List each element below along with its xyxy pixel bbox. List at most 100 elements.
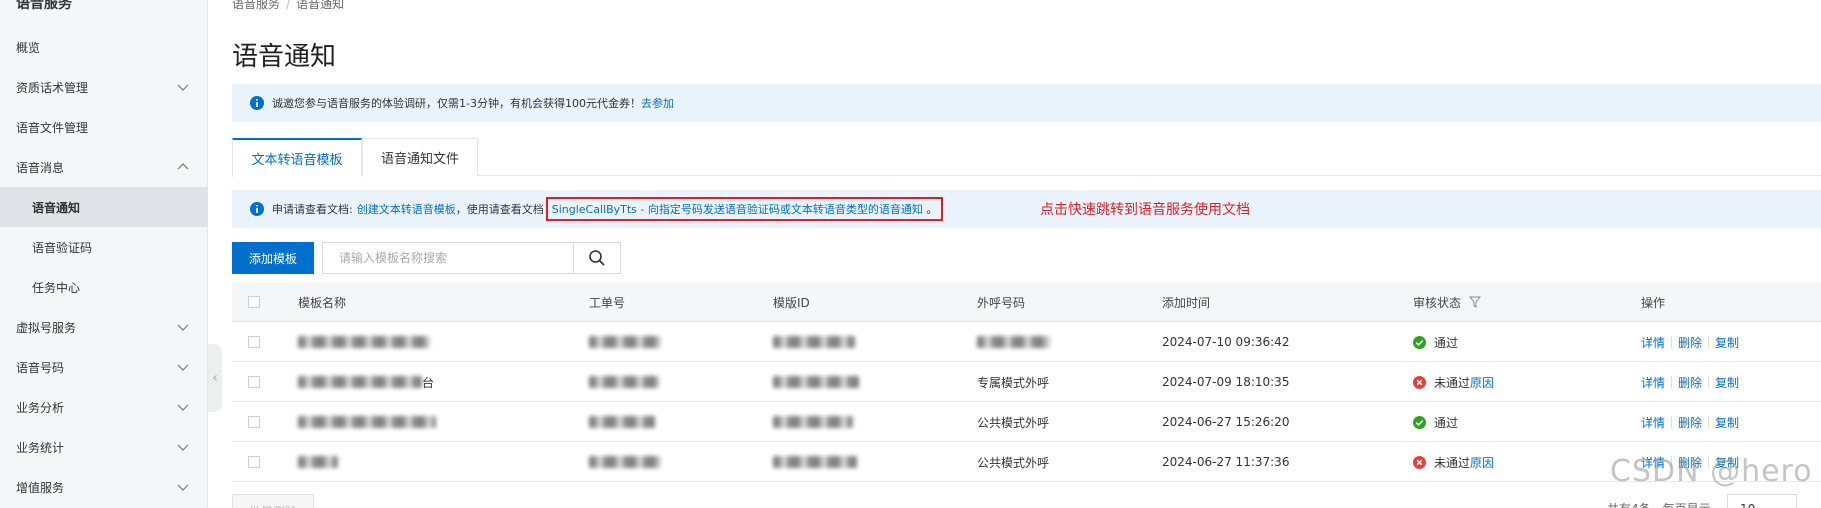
row-actions: 详情 删除 复制 [1641,362,1739,402]
sidebar-item-overview[interactable]: 概览 [0,27,208,67]
sidebar-item-virtual-number[interactable]: 虚拟号服务 [0,307,208,347]
caller-cell [977,322,1051,362]
template-name-cell: 台 [298,362,434,402]
add-template-button[interactable]: 添加模板 [232,242,314,274]
row-actions: 详情 删除 复制 [1641,402,1739,442]
template-id-cell [773,402,853,442]
delete-link[interactable]: 删除 [1678,414,1702,431]
detail-link[interactable]: 详情 [1641,414,1665,431]
doc-prefix: 申请请查看文档: [272,203,353,216]
column-header-name: 模板名称 [298,295,347,310]
chevron-down-icon [177,324,189,331]
chevron-left-icon: ‹ [212,370,218,386]
sidebar-item-value-added[interactable]: 增值服务 [0,467,208,507]
column-header-caller: 外呼号码 [977,295,1026,310]
search-button[interactable] [573,242,621,274]
table-row: 公共模式外呼 2024-06-27 15:26:20 通过 详情 删除 复制 [232,402,1821,442]
reason-link[interactable]: 原因 [1470,374,1494,391]
status-cell: 未通过 原因 [1413,362,1494,402]
select-all-checkbox[interactable] [248,296,260,308]
column-header-actions: 操作 [1641,295,1666,310]
action-divider [1708,416,1710,428]
chevron-up-icon [177,163,189,170]
sidebar-item-label: 业务分析 [16,400,65,415]
tab-voice-notice-file[interactable]: 语音通知文件 [362,138,478,176]
sidebar-item-business-analysis[interactable]: 业务分析 [0,387,208,427]
annotation-hint: 点击快速跳转到语音服务使用文档 [1040,202,1250,218]
redacted-text [589,456,661,468]
tab-bar: 文本转语音模板 语音通知文件 [232,138,1821,177]
action-divider [1671,376,1673,388]
order-number-cell [589,442,661,482]
reason-link[interactable]: 原因 [1470,454,1494,471]
sidebar-item-label: 语音验证码 [32,240,93,255]
status-text: 通过 [1434,335,1459,350]
sidebar-item-voice-files[interactable]: 语音文件管理 [0,107,208,147]
breadcrumb-current: 语音通知 [296,0,345,11]
time-cell: 2024-06-27 11:37:36 [1162,455,1290,469]
delete-link[interactable]: 删除 [1678,334,1702,351]
copy-link[interactable]: 复制 [1715,374,1739,391]
table-header: 模板名称 工单号 模版ID 外呼号码 添加时间 审核状态 操作 [232,282,1821,322]
action-divider [1671,336,1673,348]
redacted-text [589,376,659,388]
app-window: 语音服务 概览 资质话术管理 语音文件管理 语音消息 语音通知 语音验证码 任务… [0,0,1821,508]
time-cell: 2024-07-09 18:10:35 [1162,375,1290,389]
survey-text: 诚邀您参与语音服务的体验调研，仅需1-3分钟，有机会获得100元代金券！ [272,97,641,110]
status-cell: 未通过 原因 [1413,442,1494,482]
order-number-cell [589,322,661,362]
error-circle-icon [1413,375,1426,389]
copy-link[interactable]: 复制 [1715,334,1739,351]
filter-icon[interactable] [1469,296,1482,308]
sidebar-item-label: 语音号码 [16,360,65,375]
sidebar-title: 语音服务 [16,0,72,12]
chevron-down-icon [177,364,189,371]
sidebar-item-voice-notice[interactable]: 语音通知 [0,187,208,227]
survey-join-link[interactable]: 去参加 [641,95,674,111]
row-checkbox[interactable] [248,336,260,348]
sidebar-item-voice-message[interactable]: 语音消息 [0,147,208,187]
check-circle-icon [1413,335,1426,349]
row-checkbox[interactable] [248,416,260,428]
tab-tts-template[interactable]: 文本转语音模板 [232,138,362,177]
page-title: 语音通知 [232,42,337,72]
breadcrumb-separator: / [286,0,291,11]
redacted-text [298,336,430,348]
template-search-input[interactable] [322,242,574,274]
time-cell: 2024-07-10 09:36:42 [1162,335,1290,349]
info-icon [250,96,264,110]
caller-cell: 专属模式外呼 [977,375,1050,390]
sidebar-item-business-stats[interactable]: 业务统计 [0,427,208,467]
sidebar-item-label: 业务统计 [16,440,65,455]
table-row: 台 专属模式外呼 2024-07-09 18:10:35 未通过 原因 详情 删… [232,362,1821,402]
template-id-cell [773,322,855,362]
info-icon [250,202,264,216]
order-number-cell [589,362,659,402]
single-call-doc-link[interactable]: SingleCallByTts - 向指定号码发送语音验证码或文本转语音类型的语… [552,203,923,216]
redacted-text [773,336,855,348]
copy-link[interactable]: 复制 [1715,414,1739,431]
delete-link[interactable]: 删除 [1678,374,1702,391]
sidebar-collapse-handle[interactable]: ‹ [208,344,222,412]
page-size-value: 10 [1740,502,1755,508]
batch-delete-button[interactable]: 批量删除 [232,494,314,508]
create-template-doc-link[interactable]: 创建文本转语音模板 [357,201,456,217]
sidebar-item-label: 语音消息 [16,160,65,175]
breadcrumb-root[interactable]: 语音服务 [232,0,280,11]
doc-suffix: 。 [926,203,938,216]
row-checkbox[interactable] [248,376,260,388]
sidebar-item-qualification[interactable]: 资质话术管理 [0,67,208,107]
survey-notice: 诚邀您参与语音服务的体验调研，仅需1-3分钟，有机会获得100元代金券！ 去参加 [232,84,1821,122]
row-checkbox[interactable] [248,456,260,468]
sidebar-item-task-center[interactable]: 任务中心 [0,267,208,307]
column-header-status-label: 审核状态 [1413,295,1462,310]
page-size-select[interactable]: 10 [1727,494,1797,508]
detail-link[interactable]: 详情 [1641,334,1665,351]
detail-link[interactable]: 详情 [1641,374,1665,391]
doc-notice: 申请请查看文档: 创建文本转语音模板 ，使用请查看文档 SingleCallBy… [232,190,1821,228]
highlight-box: SingleCallByTts - 向指定号码发送语音验证码或文本转语音类型的语… [545,197,944,221]
sidebar-item-voice-code[interactable]: 语音验证码 [0,227,208,267]
chevron-down-icon [177,404,189,411]
watermark: CSDN @hero [1610,454,1813,489]
sidebar-item-voice-number[interactable]: 语音号码 [0,347,208,387]
